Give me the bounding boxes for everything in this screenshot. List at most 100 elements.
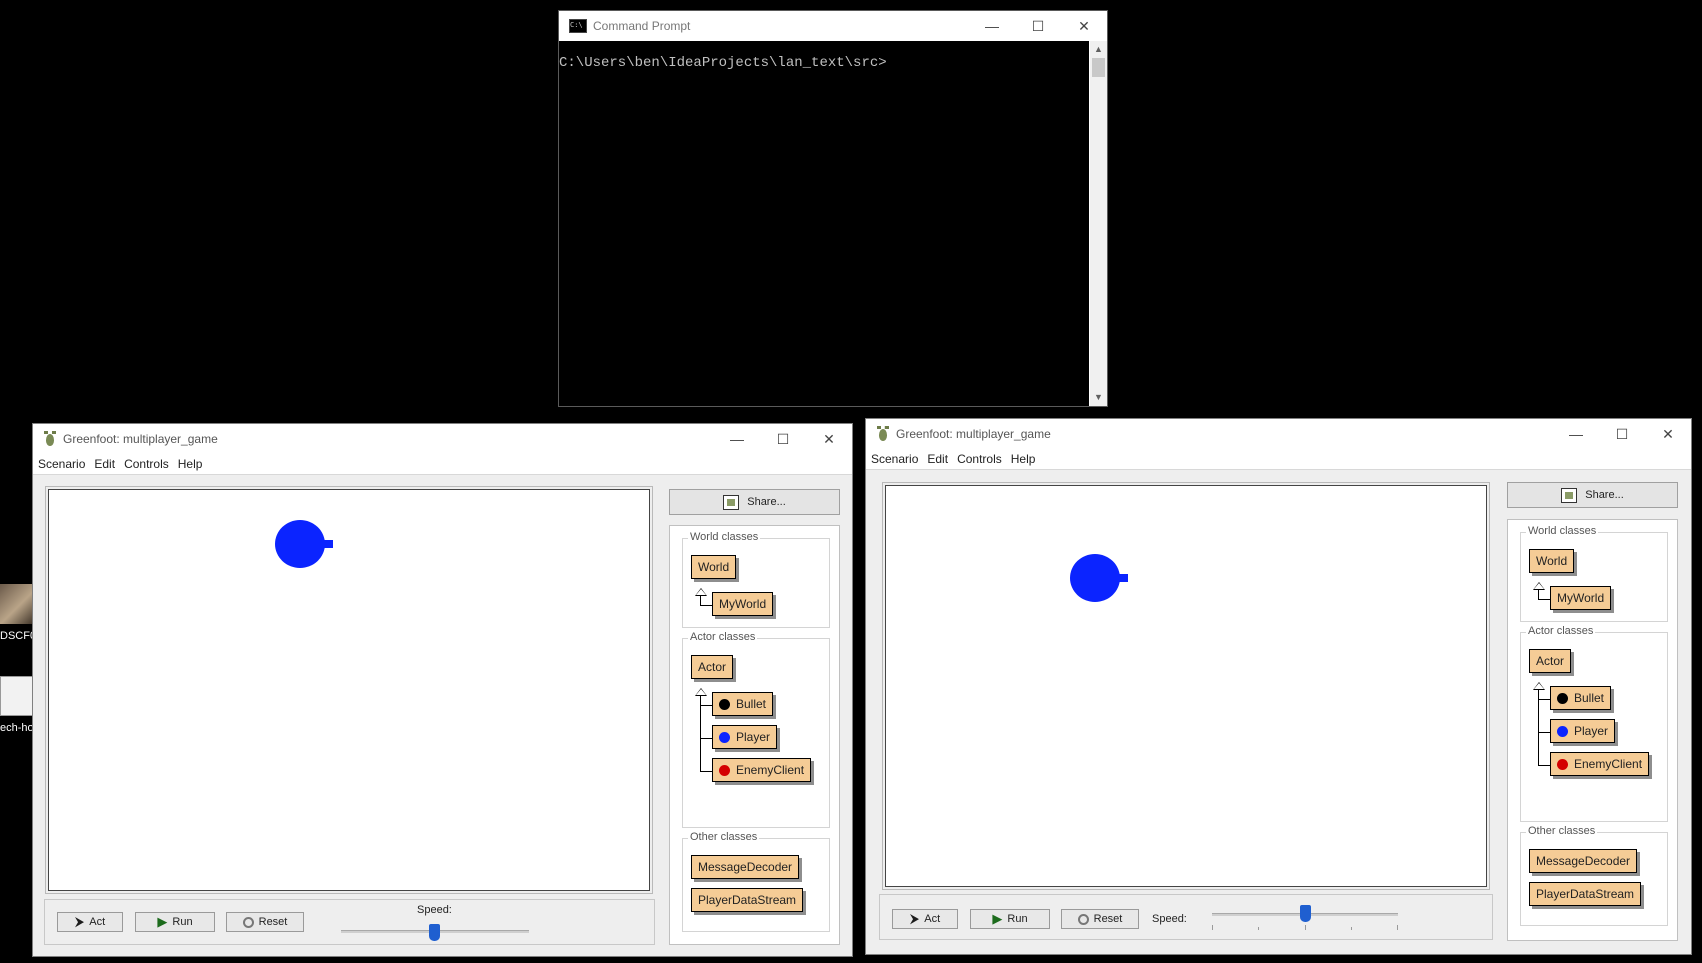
share-icon: [723, 494, 740, 510]
menu-help[interactable]: Help: [178, 457, 203, 471]
close-button[interactable]: ✕: [806, 431, 852, 448]
class-messagedecoder[interactable]: MessageDecoder: [691, 855, 800, 879]
menu-scenario[interactable]: Scenario: [871, 452, 918, 466]
group-title: Actor classes: [1526, 625, 1596, 637]
scroll-up-icon[interactable]: ▲: [1090, 41, 1107, 58]
command-prompt-window[interactable]: C:\ Command Prompt — ☐ ✕ C:\Users\ben\Id…: [558, 10, 1108, 407]
class-actor[interactable]: Actor: [691, 655, 734, 679]
world-canvas[interactable]: [45, 486, 653, 894]
tree-line: [700, 696, 701, 771]
cmd-app-icon: C:\: [569, 19, 587, 33]
title-bar[interactable]: C:\ Command Prompt — ☐ ✕: [559, 11, 1107, 41]
tree-line: [1538, 765, 1550, 766]
class-player[interactable]: Player: [1550, 719, 1616, 743]
inheritance-arrow-icon: [1533, 582, 1545, 590]
slider-tick: [1258, 927, 1259, 930]
class-bullet[interactable]: Bullet: [712, 692, 774, 716]
group-title: World classes: [1526, 525, 1599, 537]
menu-scenario[interactable]: Scenario: [38, 457, 85, 471]
world-classes-group: World classes World MyWorld: [682, 531, 830, 628]
group-title: Other classes: [688, 831, 760, 843]
speed-slider-knob[interactable]: [429, 924, 440, 941]
class-playerdatastream[interactable]: PlayerDataStream: [691, 888, 804, 912]
tree-line: [700, 705, 712, 706]
class-browser: World classes World MyWorld Actor classe…: [669, 525, 840, 945]
tree-line: [1538, 599, 1550, 600]
enemy-icon: [719, 764, 730, 776]
scroll-thumb[interactable]: [1092, 58, 1105, 77]
class-enemyclient[interactable]: EnemyClient: [1550, 752, 1650, 776]
title-bar[interactable]: Greenfoot: multiplayer_game — ☐ ✕: [33, 424, 852, 454]
vertical-scrollbar[interactable]: ▲ ▼: [1090, 41, 1107, 406]
act-button[interactable]: ⮞ Act: [57, 912, 123, 932]
reset-icon: [242, 916, 254, 928]
other-classes-group: Other classes MessageDecoder PlayerDataS…: [1520, 825, 1668, 926]
other-classes-group: Other classes MessageDecoder PlayerDataS…: [682, 831, 830, 932]
desktop-icon-label: ech-ho: [0, 722, 34, 734]
class-actor[interactable]: Actor: [1529, 649, 1572, 673]
share-button[interactable]: Share...: [1507, 482, 1678, 508]
greenfoot-logo-icon: [43, 431, 57, 447]
class-enemyclient[interactable]: EnemyClient: [712, 758, 812, 782]
greenfoot-window-right[interactable]: Greenfoot: multiplayer_game — ☐ ✕ Scenar…: [865, 418, 1692, 955]
close-button[interactable]: ✕: [1645, 426, 1691, 443]
minimize-button[interactable]: —: [1553, 426, 1599, 443]
class-myworld[interactable]: MyWorld: [712, 592, 774, 616]
class-world[interactable]: World: [691, 555, 737, 579]
maximize-button[interactable]: ☐: [1015, 18, 1061, 35]
speed-slider-knob[interactable]: [1300, 905, 1311, 922]
player-actor[interactable]: [275, 520, 325, 568]
act-button[interactable]: ⮞ Act: [892, 909, 958, 929]
maximize-button[interactable]: ☐: [760, 431, 806, 448]
class-player[interactable]: Player: [712, 725, 778, 749]
reset-button[interactable]: Reset: [1061, 909, 1139, 929]
document-icon: [0, 676, 34, 716]
close-button[interactable]: ✕: [1061, 18, 1107, 35]
menu-edit[interactable]: Edit: [927, 452, 948, 466]
group-title: Actor classes: [688, 631, 758, 643]
execution-controls: ⮞ Act ▶ Run Reset Speed:: [44, 899, 655, 945]
player-icon: [719, 731, 730, 743]
tree-line: [1538, 699, 1550, 700]
share-button[interactable]: Share...: [669, 489, 840, 515]
window-title: Greenfoot: multiplayer_game: [63, 432, 218, 446]
minimize-button[interactable]: —: [969, 18, 1015, 35]
menu-controls[interactable]: Controls: [124, 457, 169, 471]
player-actor[interactable]: [1070, 554, 1120, 602]
inheritance-arrow-icon: [695, 688, 707, 696]
class-bullet[interactable]: Bullet: [1550, 686, 1612, 710]
class-messagedecoder[interactable]: MessageDecoder: [1529, 849, 1638, 873]
desktop-icon-photo[interactable]: DSCF0: [0, 584, 34, 642]
tree-line: [700, 771, 712, 772]
player-icon: [1557, 725, 1568, 737]
title-bar[interactable]: Greenfoot: multiplayer_game — ☐ ✕: [866, 419, 1691, 449]
tree-line: [700, 605, 712, 606]
console-output[interactable]: C:\Users\ben\IdeaProjects\lan_text\src>: [559, 41, 1089, 406]
class-myworld[interactable]: MyWorld: [1550, 586, 1612, 610]
tree-line: [1538, 690, 1539, 765]
bullet-icon: [1557, 692, 1568, 704]
speed-label: Speed:: [1152, 913, 1187, 925]
menu-bar: Scenario Edit Controls Help: [33, 454, 852, 475]
player-gun: [1118, 574, 1128, 582]
maximize-button[interactable]: ☐: [1599, 426, 1645, 443]
greenfoot-window-left[interactable]: Greenfoot: multiplayer_game — ☐ ✕ Scenar…: [32, 423, 853, 957]
desktop-icon-document[interactable]: ech-ho: [0, 676, 34, 734]
world-canvas[interactable]: [882, 482, 1490, 890]
menu-edit[interactable]: Edit: [94, 457, 115, 471]
scroll-down-icon[interactable]: ▼: [1090, 389, 1107, 406]
class-playerdatastream[interactable]: PlayerDataStream: [1529, 882, 1642, 906]
slider-tick: [1397, 925, 1398, 930]
play-icon: ▶: [992, 911, 1003, 926]
run-button[interactable]: ▶ Run: [135, 912, 215, 932]
minimize-button[interactable]: —: [714, 431, 760, 448]
menu-bar: Scenario Edit Controls Help: [866, 449, 1691, 470]
enemy-icon: [1557, 758, 1568, 770]
menu-help[interactable]: Help: [1011, 452, 1036, 466]
reset-button[interactable]: Reset: [226, 912, 304, 932]
menu-controls[interactable]: Controls: [957, 452, 1002, 466]
run-button[interactable]: ▶ Run: [970, 909, 1050, 929]
inheritance-arrow-icon: [695, 588, 707, 596]
world-classes-group: World classes World MyWorld: [1520, 525, 1668, 622]
class-world[interactable]: World: [1529, 549, 1575, 573]
